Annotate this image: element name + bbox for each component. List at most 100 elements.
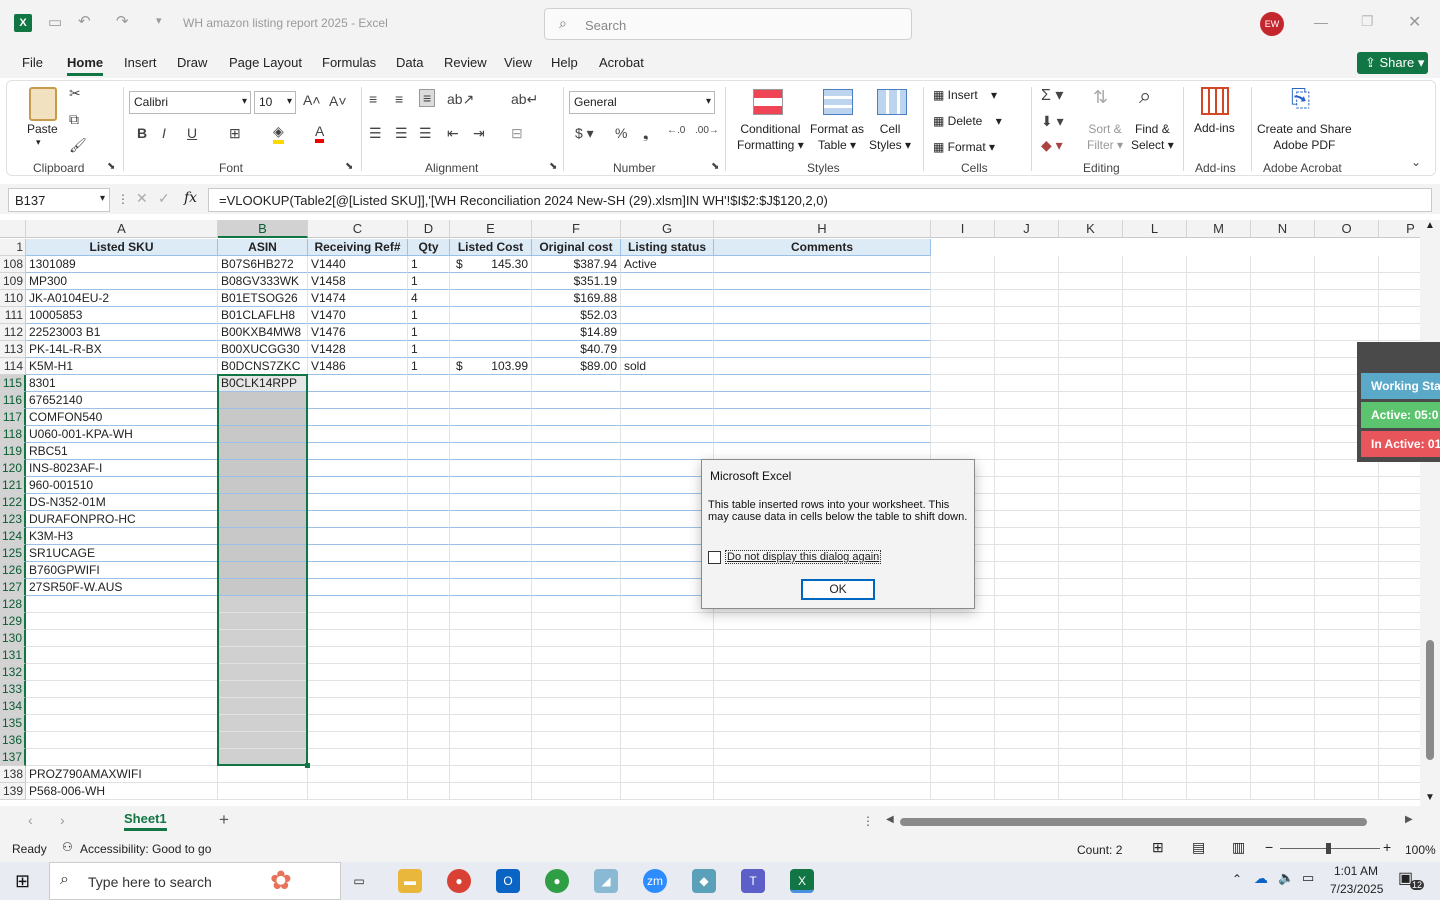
confirm-entry-icon[interactable]: ✓ [158,190,170,207]
teams-icon[interactable]: T [741,869,765,893]
cell-e111[interactable] [450,307,532,324]
fill-handle[interactable] [305,763,310,768]
cell-empty[interactable] [1187,664,1251,681]
cell-b120[interactable] [218,460,308,477]
cell-empty[interactable] [1187,290,1251,307]
cell-c121[interactable] [308,477,408,494]
cell-empty[interactable] [995,579,1059,596]
cell-empty[interactable] [1187,596,1251,613]
cell-e124[interactable] [450,528,532,545]
cell-empty[interactable] [1123,324,1187,341]
cell-b125[interactable] [218,545,308,562]
cell-e125[interactable] [450,545,532,562]
row-header[interactable]: 121 [0,477,26,494]
cell-empty[interactable] [1187,562,1251,579]
cell-e118[interactable] [450,426,532,443]
cell-empty[interactable] [1123,698,1187,715]
cell-empty[interactable] [1187,494,1251,511]
cell-empty[interactable] [1187,766,1251,783]
cell-a109[interactable]: MP300 [26,273,218,290]
cell-g118[interactable] [621,426,714,443]
column-header-h[interactable]: H [714,220,931,238]
cell-f119[interactable] [532,443,621,460]
cell-d112[interactable]: 1 [408,324,450,341]
cell-empty[interactable] [1187,426,1251,443]
cell-empty[interactable] [1315,766,1379,783]
column-header-i[interactable]: I [931,220,995,238]
cell-d133[interactable] [408,681,450,698]
cell-b108[interactable]: B07S6HB272 [218,256,308,273]
customize-qat-icon[interactable]: ▾ [156,14,162,27]
font-size-select[interactable]: 10 ▾ [254,91,296,114]
cell-empty[interactable] [1315,630,1379,647]
cell-empty[interactable] [1059,358,1123,375]
format-as-table-button[interactable]: Format as Table ▾ [810,121,864,153]
cell-empty[interactable] [1379,647,1420,664]
cell-empty[interactable] [1251,375,1315,392]
cell-empty[interactable] [995,477,1059,494]
cell-f138[interactable] [532,766,621,783]
cell-h129[interactable] [714,613,931,630]
cell-empty[interactable] [1251,426,1315,443]
cell-empty[interactable] [1251,392,1315,409]
cell-h114[interactable] [714,358,931,375]
cell-g132[interactable] [621,664,714,681]
cell-empty[interactable] [1123,273,1187,290]
cell-empty[interactable] [931,290,995,307]
cell-b129[interactable] [218,613,308,630]
cancel-entry-icon[interactable]: ✕ [136,190,148,207]
align-middle-icon[interactable]: ≡ [395,91,403,107]
cell-a133[interactable] [26,681,218,698]
cell-empty[interactable] [1187,341,1251,358]
cell-d129[interactable] [408,613,450,630]
cell-empty[interactable] [1123,460,1187,477]
cell-empty[interactable] [1251,664,1315,681]
cell-empty[interactable] [1059,443,1123,460]
cell-empty[interactable] [995,732,1059,749]
fill-color-icon[interactable]: ◈ [273,123,284,144]
cell-empty[interactable] [995,494,1059,511]
cell-a127[interactable]: 27SR50F-W.AUS [26,579,218,596]
row-header[interactable]: 128 [0,596,26,613]
cell-empty[interactable] [1059,409,1123,426]
cell-c134[interactable] [308,698,408,715]
cell-empty[interactable] [1059,545,1123,562]
restore-icon[interactable]: ❐ [1361,13,1374,30]
cell-c119[interactable] [308,443,408,460]
share-button[interactable]: ⇪ Share ▾ [1357,52,1428,74]
cell-d118[interactable] [408,426,450,443]
cell-empty[interactable] [1379,698,1420,715]
cell-f130[interactable] [532,630,621,647]
minimize-icon[interactable]: — [1314,14,1328,30]
cell-empty[interactable] [1059,715,1123,732]
cell-a136[interactable] [26,732,218,749]
row-header[interactable]: 136 [0,732,26,749]
cell-c115[interactable] [308,375,408,392]
cell-empty[interactable] [995,783,1059,800]
zoom-out-icon[interactable]: − [1265,839,1273,855]
cell-c128[interactable] [308,596,408,613]
cell-empty[interactable] [995,562,1059,579]
cell-d119[interactable] [408,443,450,460]
cell-e131[interactable] [450,647,532,664]
cell-b121[interactable] [218,477,308,494]
zoom-slider-thumb[interactable] [1326,843,1331,854]
decrease-indent-icon[interactable]: ⇤ [447,125,459,142]
column-header-e[interactable]: E [450,220,532,238]
cell-empty[interactable] [1187,783,1251,800]
insert-cells-button[interactable]: ▦ Insert ▾ [933,88,997,102]
cell-h130[interactable] [714,630,931,647]
cell-h131[interactable] [714,647,931,664]
cell-d115[interactable] [408,375,450,392]
alignment-launcher-icon[interactable]: ⬊ [549,161,557,172]
cell-empty[interactable] [1187,511,1251,528]
cell-empty[interactable] [1123,358,1187,375]
tab-formulas[interactable]: Formulas [322,55,376,70]
cell-empty[interactable] [1251,681,1315,698]
excel-taskbar-icon[interactable]: X [790,869,814,893]
row-header[interactable]: 115 [0,375,26,392]
cell-a124[interactable]: K3M-H3 [26,528,218,545]
cell-d126[interactable] [408,562,450,579]
cell-d111[interactable]: 1 [408,307,450,324]
cell-empty[interactable] [1379,528,1420,545]
